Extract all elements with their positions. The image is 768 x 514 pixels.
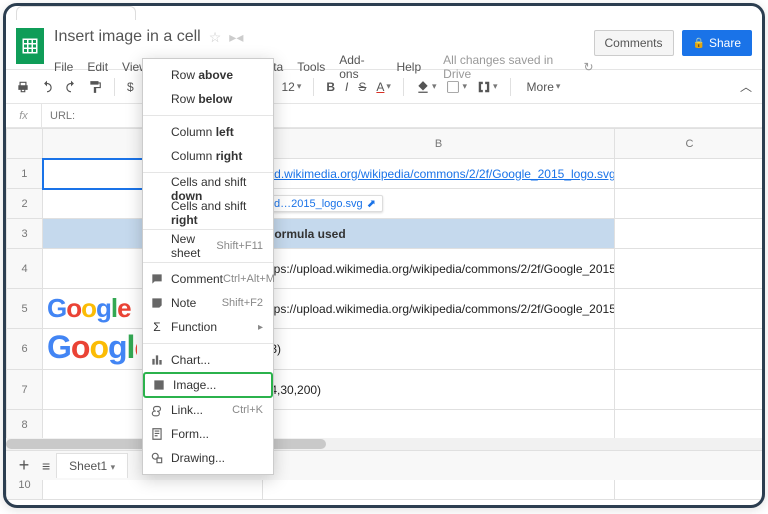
more-button[interactable]: More ▾ xyxy=(527,80,561,94)
chart-icon xyxy=(149,353,165,367)
menu-column-left[interactable]: Column left xyxy=(143,120,273,144)
horizontal-scrollbar[interactable] xyxy=(6,438,762,450)
menu-cells-shift-right[interactable]: Cells and shift right xyxy=(143,201,273,225)
paint-format-icon[interactable] xyxy=(88,80,102,94)
formula-input[interactable]: URL: xyxy=(42,110,75,122)
row-header[interactable]: 8 xyxy=(7,410,43,440)
menu-function[interactable]: ΣFunction▸ xyxy=(143,315,273,339)
add-sheet-button[interactable]: + xyxy=(12,455,36,476)
folder-icon[interactable]: ▸◂ xyxy=(229,29,243,46)
menu-row-above[interactable]: Row above xyxy=(143,63,273,87)
note-icon xyxy=(149,296,165,310)
col-header-c[interactable]: C xyxy=(615,129,765,159)
bold-word: above xyxy=(198,68,233,82)
comment-icon xyxy=(149,272,165,286)
fx-label: fx xyxy=(6,104,42,127)
all-sheets-button[interactable]: ≡ xyxy=(42,458,50,474)
link-chip[interactable]: d…2015_logo.svg⬈ xyxy=(267,195,383,212)
link-icon xyxy=(149,403,165,417)
menu-row-below[interactable]: Row below xyxy=(143,87,273,111)
fill-color-button[interactable]: ▾ xyxy=(416,80,437,94)
cell-b1[interactable]: ad.wikimedia.org/wikipedia/commons/2/2f/… xyxy=(263,159,615,189)
menu-link[interactable]: Link...Ctrl+K xyxy=(143,398,273,422)
text-color-button[interactable]: A▾ xyxy=(376,80,391,94)
form-icon xyxy=(149,427,165,441)
browser-tab[interactable] xyxy=(16,6,136,20)
menu-file[interactable]: File xyxy=(54,60,73,74)
menu-new-sheet[interactable]: New sheetShift+F11 xyxy=(143,234,273,258)
collapse-toolbar-icon[interactable]: ︿ xyxy=(740,78,752,95)
menu-edit[interactable]: Edit xyxy=(87,60,108,74)
menu-help[interactable]: Help xyxy=(396,60,421,74)
sheets-app-icon[interactable] xyxy=(16,28,44,64)
row-header[interactable]: 5 xyxy=(7,289,43,329)
menu-chart[interactable]: Chart... xyxy=(143,348,273,372)
borders-button[interactable]: ▾ xyxy=(446,80,467,94)
function-icon: Σ xyxy=(149,320,165,334)
row-header[interactable]: 3 xyxy=(7,219,43,249)
cell-c7[interactable] xyxy=(615,370,765,410)
cell-c2[interactable] xyxy=(615,189,765,219)
image-icon xyxy=(151,378,167,392)
star-icon[interactable]: ☆ xyxy=(209,29,222,46)
submenu-arrow-icon: ▸ xyxy=(258,322,263,333)
cell-b7[interactable]: ,4,30,200) xyxy=(263,370,615,410)
menu-tools[interactable]: Tools xyxy=(297,60,325,74)
bold-button[interactable]: B xyxy=(326,80,335,94)
strike-button[interactable]: S xyxy=(358,80,366,94)
comments-button[interactable]: Comments xyxy=(594,30,674,56)
menu-cells-shift-down[interactable]: Cells and shift down xyxy=(143,177,273,201)
row-header[interactable]: 7 xyxy=(7,370,43,410)
cell-b6[interactable]: ,3) xyxy=(263,329,615,370)
menu-note[interactable]: NoteShift+F2 xyxy=(143,291,273,315)
menu-drawing[interactable]: Drawing... xyxy=(143,446,273,470)
cell-c5[interactable] xyxy=(615,289,765,329)
col-header-b[interactable]: B xyxy=(263,129,615,159)
redo-icon[interactable] xyxy=(64,80,78,94)
save-status: All changes saved in Drive ↻ xyxy=(443,53,593,81)
print-icon[interactable] xyxy=(16,80,30,94)
share-button[interactable]: 🔒Share xyxy=(682,30,752,56)
row-header[interactable]: 2 xyxy=(7,189,43,219)
cell-b4[interactable]: ttps://upload.wikimedia.org/wikipedia/co… xyxy=(263,249,615,289)
row-header[interactable]: 6 xyxy=(7,329,43,370)
cell-b2[interactable]: d…2015_logo.svg⬈ xyxy=(263,189,615,219)
cell[interactable] xyxy=(615,410,765,440)
italic-button[interactable]: I xyxy=(345,80,348,94)
menu-form[interactable]: Form... xyxy=(143,422,273,446)
select-all-corner[interactable] xyxy=(7,129,43,159)
insert-menu-dropdown: Row above Row below Column left Column r… xyxy=(142,58,274,475)
row-header[interactable]: 1 xyxy=(7,159,43,189)
font-size-picker[interactable]: 12 ▾ xyxy=(281,80,301,94)
menu-addons[interactable]: Add-ons xyxy=(339,53,382,81)
cell-c3[interactable] xyxy=(615,219,765,249)
menu-image[interactable]: Image... xyxy=(143,372,273,398)
sheet-tab[interactable]: Sheet1 ▾ xyxy=(56,453,128,478)
open-link-icon[interactable]: ⬈ xyxy=(367,197,376,210)
menu-comment[interactable]: CommentCtrl+Alt+M xyxy=(143,267,273,291)
row-header[interactable]: 4 xyxy=(7,249,43,289)
cell-c4[interactable] xyxy=(615,249,765,289)
menu-column-right[interactable]: Column right xyxy=(143,144,273,168)
cell-b3[interactable]: Formula used xyxy=(263,219,615,249)
cell[interactable] xyxy=(263,410,615,440)
merge-button[interactable]: ▾ xyxy=(477,80,498,94)
cell-c6[interactable] xyxy=(615,329,765,370)
document-title[interactable]: Insert image in a cell xyxy=(54,28,201,46)
cell-c1[interactable] xyxy=(615,159,765,189)
undo-icon[interactable] xyxy=(40,80,54,94)
history-icon: ↻ xyxy=(583,60,593,74)
cell-b5[interactable]: ttps://upload.wikimedia.org/wikipedia/co… xyxy=(263,289,615,329)
lock-icon: 🔒 xyxy=(693,38,705,49)
drawing-icon xyxy=(149,451,165,465)
currency-button[interactable]: $ xyxy=(127,80,134,94)
